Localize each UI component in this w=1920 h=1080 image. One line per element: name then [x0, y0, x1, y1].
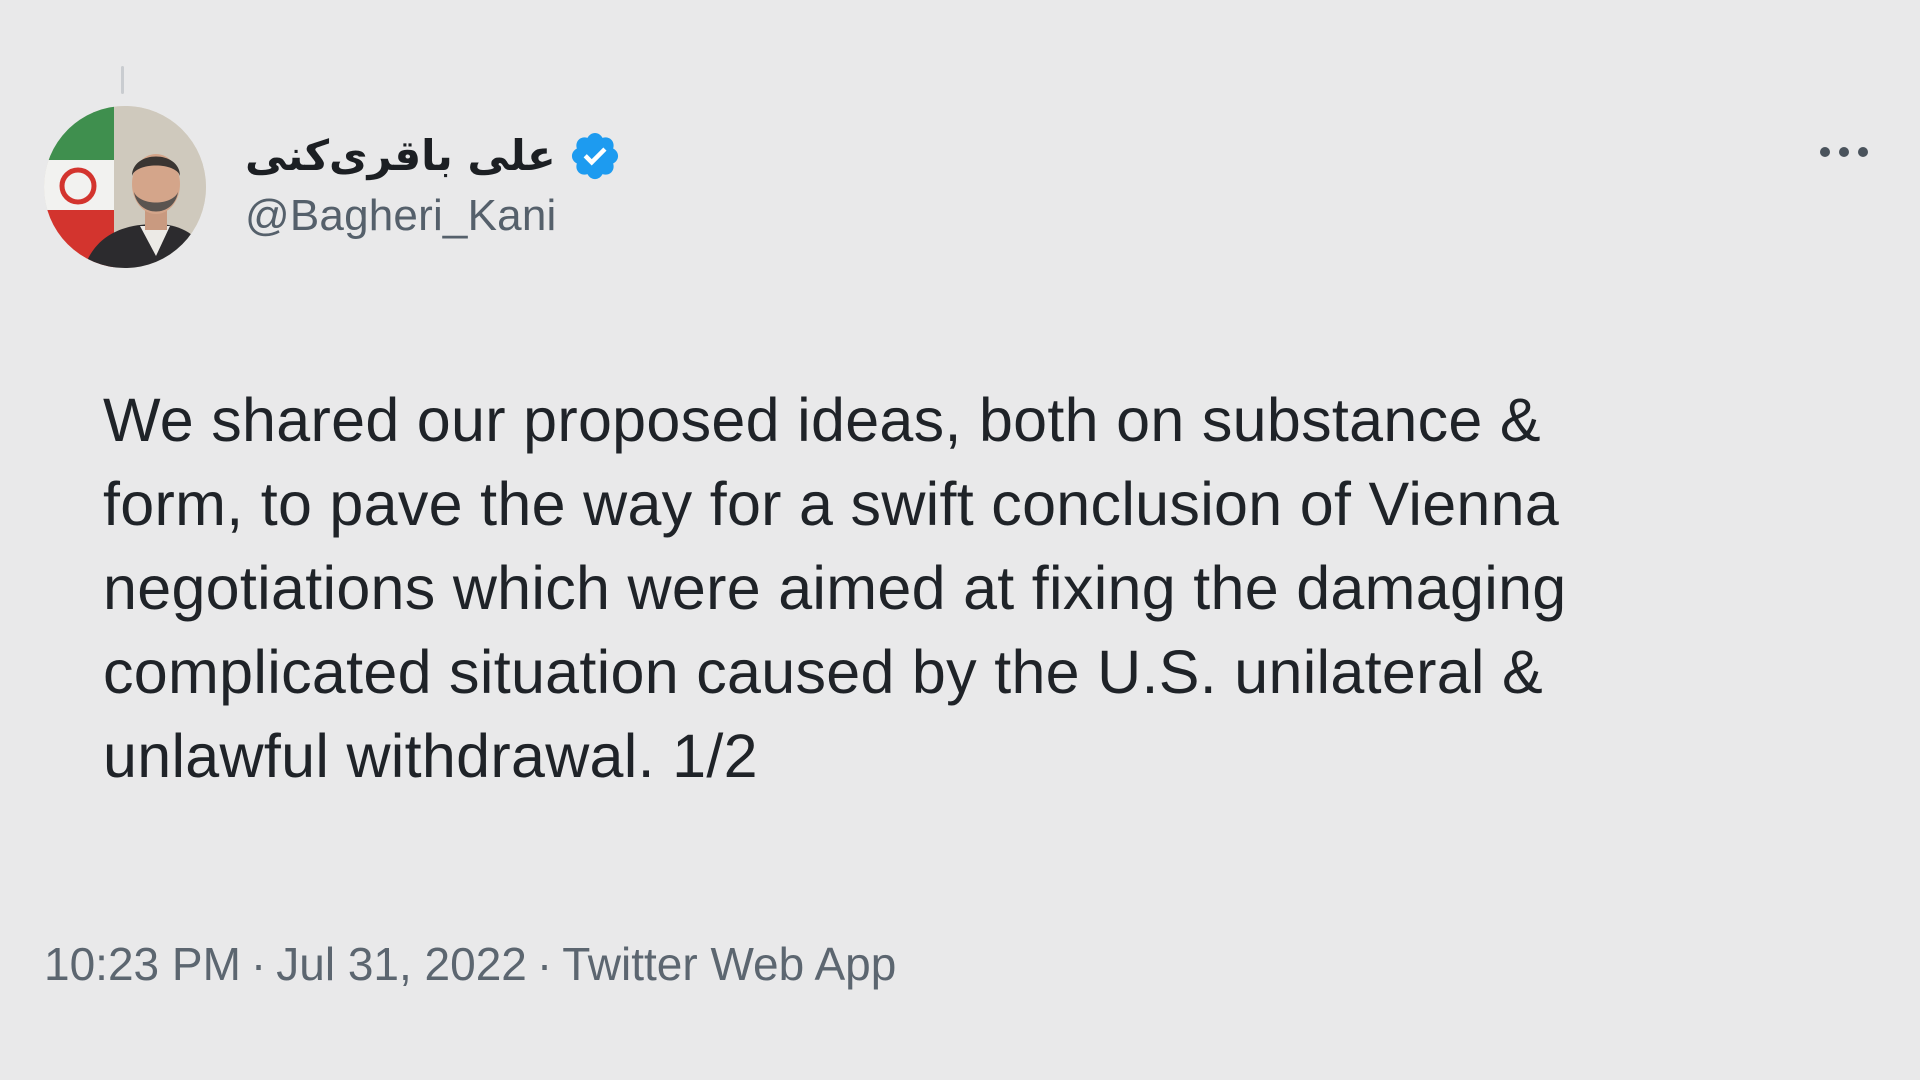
tweet-date[interactable]: Jul 31, 2022	[276, 936, 527, 992]
thread-connector-line	[121, 66, 124, 94]
tweet-text-line: form, to pave the way for a swift conclu…	[103, 470, 1560, 538]
name-row: علی باقری‌کنی	[245, 126, 622, 186]
tweet-text-line: unlawful withdrawal. 1/2	[103, 722, 758, 790]
tweet-card: علی باقری‌کنی @Bagheri_Kani We shared ou…	[0, 0, 1920, 1080]
tweet-time[interactable]: 10:23 PM	[44, 936, 241, 992]
tweet-text: We shared our proposed ideas, both on su…	[103, 378, 1843, 798]
tweet-text-line: complicated situation caused by the U.S.…	[103, 638, 1544, 706]
tweet-source-link[interactable]: Twitter Web App	[562, 936, 896, 992]
more-options-button[interactable]	[1808, 128, 1880, 176]
more-horizontal-icon	[1820, 147, 1868, 157]
tweet-text-line: negotiations which were aimed at fixing …	[103, 554, 1567, 622]
meta-separator: ·	[250, 938, 267, 990]
tweet-text-line: We shared our proposed ideas, both on su…	[103, 386, 1541, 454]
meta-separator: ·	[536, 938, 553, 990]
author-block: علی باقری‌کنی @Bagheri_Kani	[245, 126, 622, 238]
tweet-meta: 10:23 PM · Jul 31, 2022 · Twitter Web Ap…	[44, 936, 896, 992]
avatar-image	[44, 106, 206, 268]
avatar[interactable]	[44, 106, 206, 268]
verified-badge-icon	[568, 129, 622, 183]
display-name[interactable]: علی باقری‌کنی	[245, 135, 556, 177]
user-handle[interactable]: @Bagheri_Kani	[245, 194, 622, 238]
